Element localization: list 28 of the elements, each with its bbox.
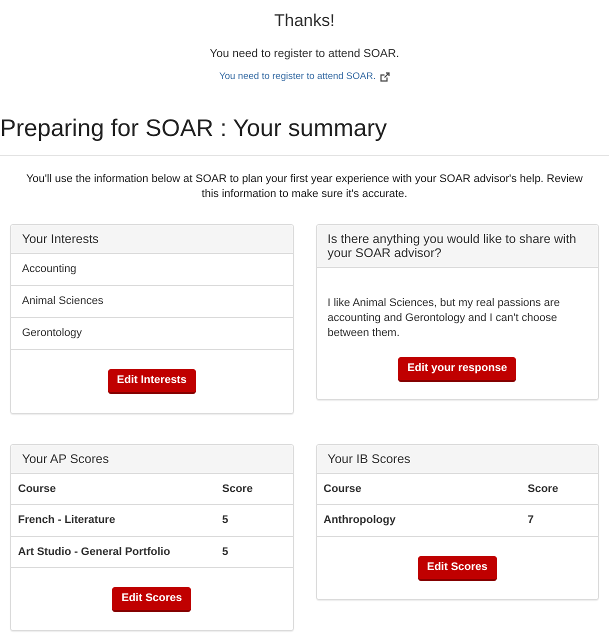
- column-header: Course: [316, 474, 528, 504]
- panel-header: Is there anything you would like to share with your SOAR advisor?: [316, 224, 598, 268]
- table-cell: French - Literature: [11, 504, 222, 536]
- table-cell: 7: [528, 504, 598, 536]
- panel-header: Your AP Scores: [11, 444, 292, 474]
- panel-header: Your Interests: [11, 224, 292, 254]
- column-header: Score: [222, 474, 292, 504]
- edit-button[interactable]: Edit your response: [398, 356, 516, 382]
- edit-button[interactable]: Edit Scores: [112, 587, 192, 612]
- intro-text: You'll use the information below at SOAR to plan your first year experience with your SOAR advisor's help. Review this information to make sure it's accurate.: [25, 172, 584, 202]
- external-link-icon: [380, 72, 390, 82]
- table-cell: Art Studio - General Portfolio: [11, 536, 222, 568]
- interest-item: Animal Sciences: [11, 286, 292, 318]
- page-title: Preparing for SOAR : Your summary: [0, 114, 388, 142]
- response-text: I like Animal Sciences, but my real passions are accounting and Gerontology and I can't choose between them.: [326, 296, 561, 340]
- column-header: Course: [11, 474, 222, 504]
- edit-button[interactable]: Edit Interests: [108, 368, 196, 394]
- interest-item: Accounting: [11, 254, 292, 286]
- interest-item: Gerontology: [11, 318, 292, 350]
- table-cell: 5: [222, 536, 292, 568]
- column-header: Score: [528, 474, 598, 504]
- edit-button[interactable]: Edit Scores: [418, 556, 497, 580]
- thanks-title: Thanks!: [274, 11, 335, 31]
- panel-header: Your IB Scores: [316, 444, 598, 474]
- register-message: You need to register to attend SOAR.: [210, 47, 400, 62]
- table-cell: 5: [222, 504, 292, 536]
- table-cell: Anthropology: [316, 504, 528, 536]
- register-link[interactable]: You need to register to attend SOAR.: [219, 70, 390, 84]
